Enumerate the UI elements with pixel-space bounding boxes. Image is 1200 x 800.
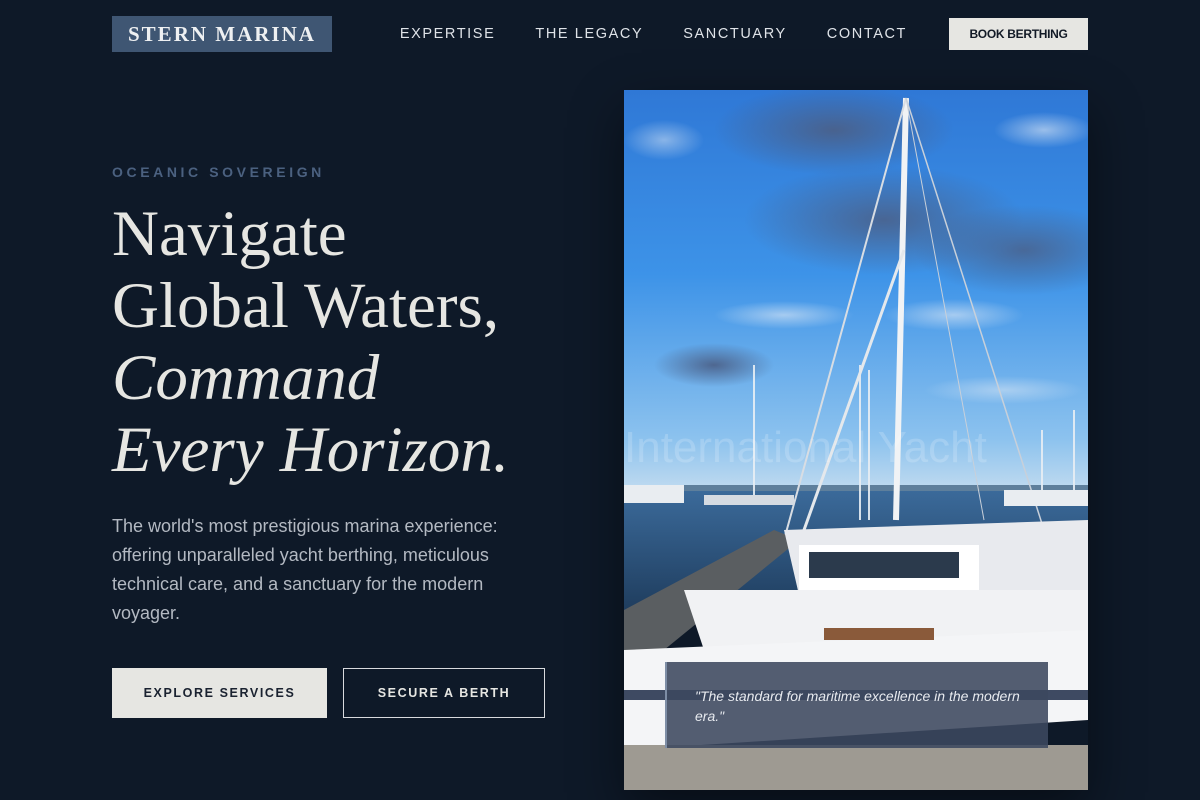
- hero-description: The world's most prestigious marina expe…: [112, 516, 498, 623]
- testimonial-quote: "The standard for maritime excellence in…: [665, 662, 1048, 748]
- headline-line-1: Navigate: [112, 198, 347, 270]
- brand-logo[interactable]: STERN MARINA: [112, 16, 332, 52]
- nav-link-expertise[interactable]: EXPERTISE: [400, 26, 496, 42]
- top-navigation: STERN MARINA EXPERTISE THE LEGACY SANCTU…: [112, 16, 1088, 52]
- nav-link-sanctuary[interactable]: SANCTUARY: [683, 26, 787, 42]
- hero-eyebrow: OCEANIC SOVEREIGN: [112, 164, 325, 180]
- page: STERN MARINA EXPERTISE THE LEGACY SANCTU…: [0, 0, 1200, 800]
- nav-link-the-legacy[interactable]: THE LEGACY: [535, 26, 643, 42]
- explore-services-button[interactable]: EXPLORE SERVICES: [112, 668, 327, 718]
- book-berthing-button[interactable]: BOOK BERTHING: [949, 18, 1088, 50]
- headline-line-4: Every Horizon.: [112, 414, 510, 486]
- image-watermark: International Yacht: [624, 423, 987, 472]
- hero-headline: Navigate Global Waters, Command Every Ho…: [112, 198, 582, 486]
- nav-links: EXPERTISE THE LEGACY SANCTUARY CONTACT: [400, 26, 907, 42]
- nav-link-contact[interactable]: CONTACT: [827, 26, 907, 42]
- secure-a-berth-button[interactable]: SECURE A BERTH: [343, 668, 545, 718]
- headline-line-3: Command: [112, 342, 380, 414]
- headline-line-2: Global Waters,: [112, 270, 500, 342]
